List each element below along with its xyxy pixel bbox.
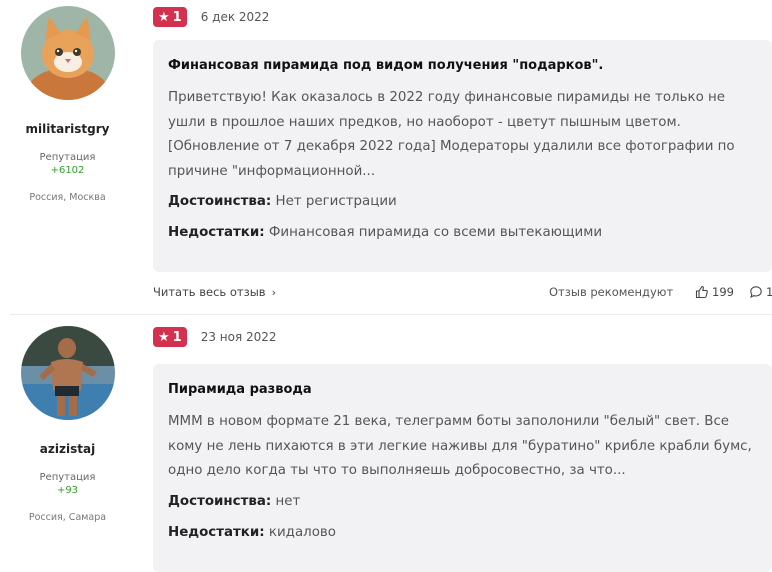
review-body[interactable]: Финансовая пирамида под видом получения …	[153, 40, 772, 272]
avatar[interactable]	[20, 6, 115, 100]
cons-label: Недостатки:	[168, 524, 265, 540]
cons-text: кидалово	[268, 524, 336, 540]
rating-badge: ★ 1	[153, 327, 187, 347]
review-author: azizistaj Репутация +93 Россия, Самара	[0, 320, 135, 523]
review-cons: Недостатки: Финансовая пирамида со всеми…	[168, 225, 772, 240]
author-city: Россия, Самара	[28, 512, 107, 523]
review-card: militaristgry Репутация +6102 Россия, Мо…	[0, 0, 772, 312]
reputation-value: +93	[56, 485, 79, 496]
review-card: azizistaj Репутация +93 Россия, Самара ★…	[0, 320, 772, 572]
avatar[interactable]	[20, 326, 115, 420]
likes-count: 199	[712, 285, 734, 299]
review-date: 6 дек 2022	[200, 10, 270, 24]
star-icon: ★	[158, 329, 170, 345]
review-meta: ★ 1 6 дек 2022	[153, 6, 269, 28]
pros-text: Нет регистрации	[275, 194, 397, 209]
review-text: Приветствую! Как оказалось в 2022 году ф…	[168, 90, 735, 179]
rating-value: 1	[172, 9, 182, 25]
author-city: Россия, Москва	[29, 192, 106, 203]
review-pros: Достоинства: Нет регистрации	[168, 194, 772, 209]
review-meta: ★ 1 23 ноя 2022	[153, 326, 277, 348]
rating-value: 1	[172, 329, 182, 345]
rating-badge: ★ 1	[153, 7, 187, 27]
review-date: 23 ноя 2022	[200, 330, 277, 344]
reputation-label: Репутация	[39, 472, 96, 483]
review-body[interactable]: Пирамида развода МММ в новом формате 21 …	[153, 364, 772, 572]
review-pros: Достоинства: нет	[168, 494, 772, 509]
chevron-right-icon: ›	[271, 285, 276, 299]
pros-label: Достоинства:	[168, 493, 272, 509]
star-icon: ★	[158, 9, 170, 25]
review-footer: Читать весь отзыв › Отзыв рекомендуют 19…	[153, 283, 772, 303]
review-text: МММ в новом формате 21 века, телеграмм б…	[168, 414, 752, 478]
pros-label: Достоинства:	[168, 194, 272, 209]
review-cons: Недостатки: кидалово	[168, 525, 772, 540]
cons-label: Недостатки:	[168, 225, 265, 240]
review-title[interactable]: Финансовая пирамида под видом получения …	[168, 58, 772, 73]
review-divider	[10, 314, 772, 315]
review-author: militaristgry Репутация +6102 Россия, Мо…	[0, 0, 135, 203]
username[interactable]: azizistaj	[0, 442, 135, 456]
pros-text: нет	[275, 493, 301, 509]
thumbs-up-icon	[695, 285, 708, 299]
reputation-label: Репутация	[39, 152, 96, 163]
cons-text: Финансовая пирамида со всеми вытекающими	[268, 225, 603, 240]
read-more-label: Читать весь отзыв	[153, 285, 266, 299]
comments-button[interactable]: 1	[749, 285, 772, 299]
like-button[interactable]: 199	[695, 285, 734, 299]
comment-icon	[750, 286, 762, 299]
reputation-value: +6102	[50, 165, 85, 176]
read-more-link[interactable]: Читать весь отзыв ›	[153, 285, 276, 299]
username[interactable]: militaristgry	[0, 122, 135, 136]
comments-count: 1	[766, 285, 772, 299]
review-title[interactable]: Пирамида развода	[168, 382, 772, 397]
recommend-label: Отзыв рекомендуют	[549, 285, 674, 299]
